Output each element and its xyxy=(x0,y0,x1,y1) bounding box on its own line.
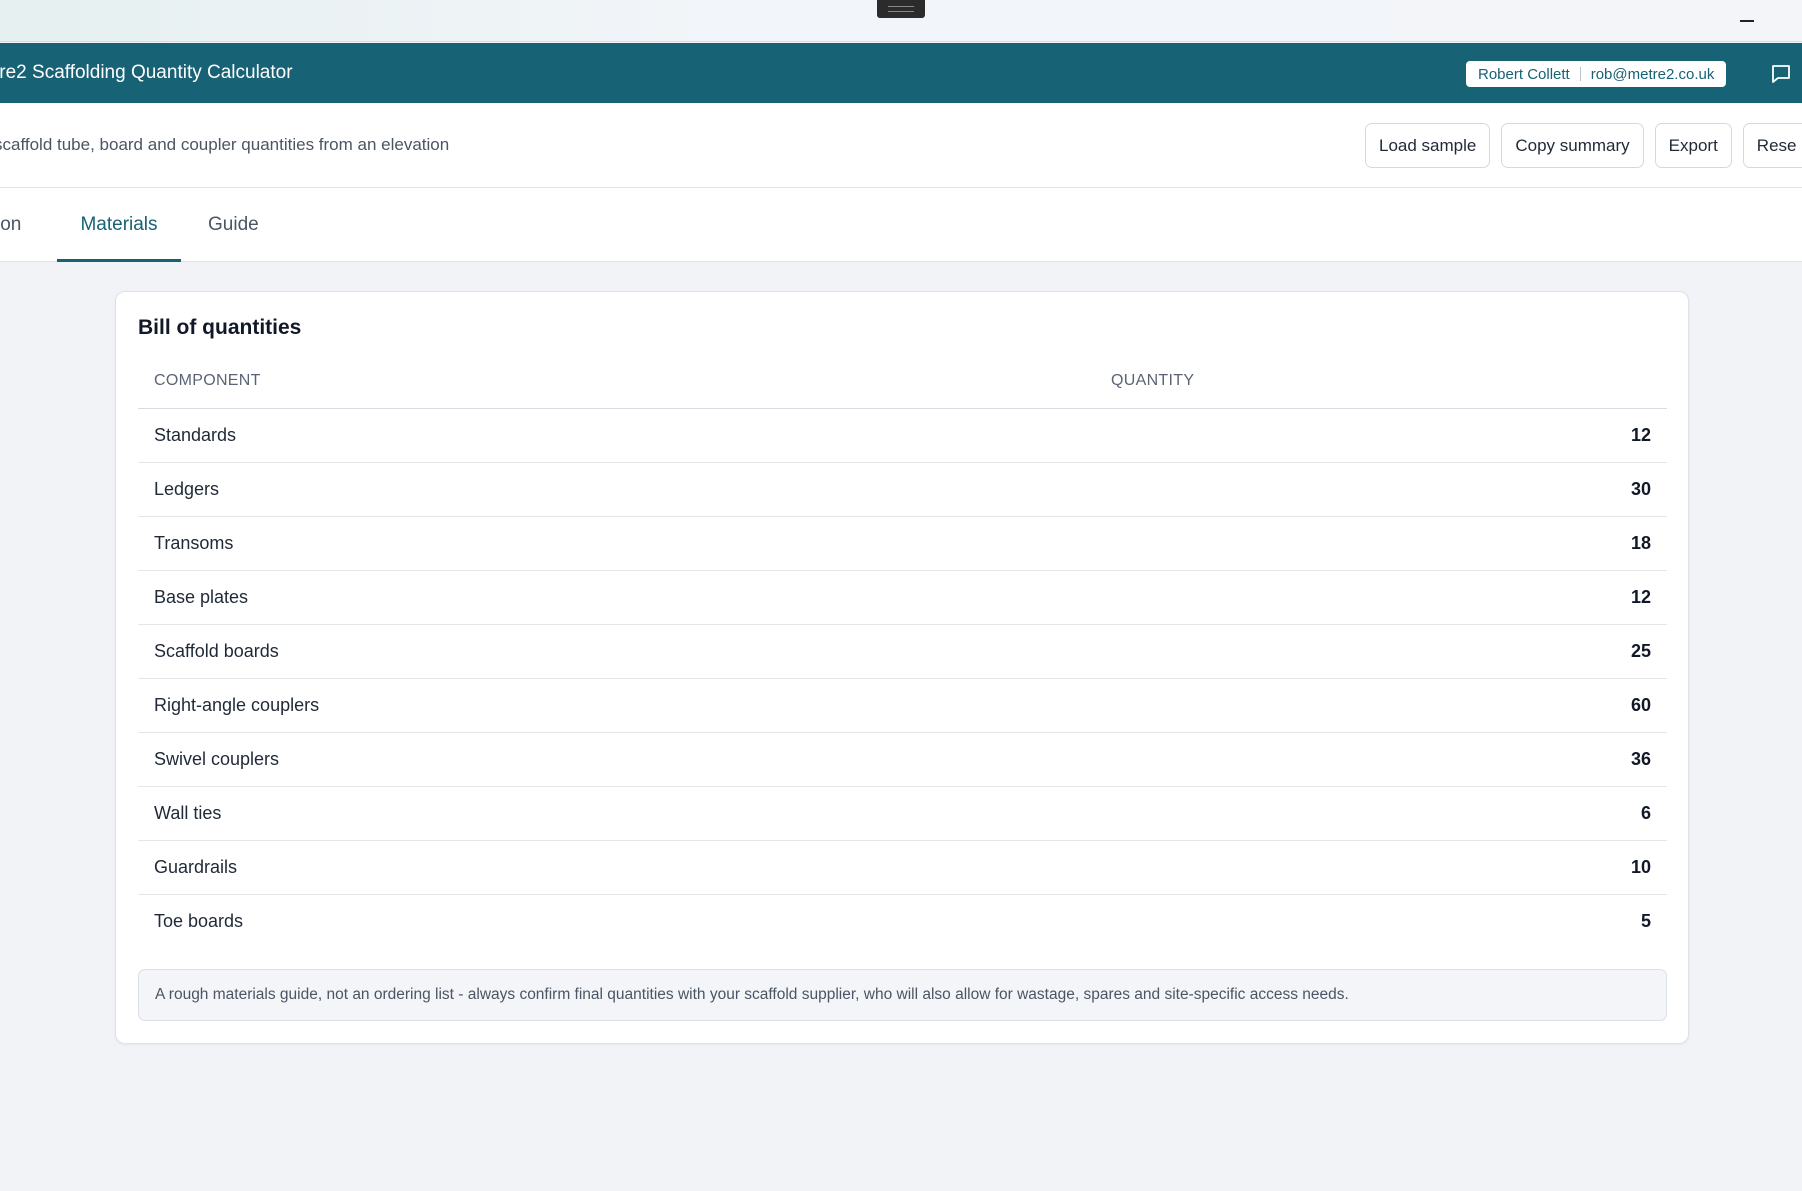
column-header-quantity: QUANTITY xyxy=(1111,355,1667,409)
user-email: rob@metre2.co.uk xyxy=(1590,65,1715,83)
component-quantity: 30 xyxy=(1111,462,1667,517)
minimize-icon[interactable] xyxy=(1736,12,1758,30)
page-subtitle: scaffold tube, board and coupler quantit… xyxy=(0,135,450,154)
table-row: Scaffold boards 25 xyxy=(138,624,1667,679)
tab-guide[interactable]: Guide xyxy=(208,188,259,261)
user-chip-divider xyxy=(1579,67,1581,81)
tab-materials[interactable]: Materials xyxy=(57,188,181,262)
table-row: Wall ties 6 xyxy=(138,786,1667,841)
component-quantity: 12 xyxy=(1111,570,1667,625)
bill-of-quantities-card: Bill of quantities COMPONENT QUANTITY St… xyxy=(115,291,1689,1044)
subheader: scaffold tube, board and coupler quantit… xyxy=(0,103,1802,188)
table-row: Standards 12 xyxy=(138,408,1667,463)
component-quantity: 5 xyxy=(1640,910,1651,931)
toolbar: Load sample Copy summary Export Rese xyxy=(1365,123,1802,168)
component-quantity: 10 xyxy=(1111,840,1667,895)
tab-bar: ion Materials Guide xyxy=(0,188,1802,262)
component-quantity: 25 xyxy=(1111,624,1667,679)
component-name: Base plates xyxy=(138,570,1111,625)
window-title-bar xyxy=(0,0,1802,42)
table-row: Swivel couplers 36 xyxy=(138,732,1667,787)
component-name: Toe boards xyxy=(154,910,244,931)
component-name: Ledgers xyxy=(138,462,1111,517)
app-header: tre2 Scaffolding Quantity Calculator Rob… xyxy=(0,43,1802,103)
component-name: Right-angle couplers xyxy=(138,678,1111,733)
component-quantity: 6 xyxy=(1111,786,1667,841)
table-header-row: COMPONENT QUANTITY xyxy=(138,355,1667,409)
component-name: Guardrails xyxy=(138,840,1111,895)
table-row: Ledgers 30 xyxy=(138,462,1667,517)
component-name: Swivel couplers xyxy=(138,732,1111,787)
table-row: Guardrails 10 xyxy=(138,840,1667,895)
user-name: Robert Collett xyxy=(1478,65,1570,83)
component-name: Wall ties xyxy=(138,786,1111,841)
component-name: Transoms xyxy=(138,516,1111,571)
chat-icon[interactable] xyxy=(1770,63,1792,85)
export-button[interactable]: Export xyxy=(1654,123,1732,168)
column-header-component: COMPONENT xyxy=(138,355,1111,409)
quantities-table: COMPONENT QUANTITY Standards 12 Ledgers … xyxy=(138,355,1667,948)
tab-elevation[interactable]: ion xyxy=(0,188,21,261)
table-row: Right-angle couplers 60 xyxy=(138,678,1667,733)
copy-summary-button[interactable]: Copy summary xyxy=(1501,123,1644,168)
component-quantity: 18 xyxy=(1111,516,1667,571)
table-row: Transoms 18 xyxy=(138,516,1667,571)
table-row: Base plates 12 xyxy=(138,570,1667,625)
component-quantity: 36 xyxy=(1111,732,1667,787)
app-title: tre2 Scaffolding Quantity Calculator xyxy=(0,62,293,83)
drag-handle-icon[interactable] xyxy=(877,0,925,18)
reset-button[interactable]: Rese xyxy=(1742,123,1802,168)
card-title: Bill of quantities xyxy=(138,316,302,339)
load-sample-button[interactable]: Load sample xyxy=(1365,123,1491,168)
component-quantity: 60 xyxy=(1111,678,1667,733)
component-quantity: 12 xyxy=(1111,408,1667,463)
component-name: Standards xyxy=(138,408,1111,463)
table-row: Toe boards 5 xyxy=(138,894,1667,948)
disclaimer-note: A rough materials guide, not an ordering… xyxy=(138,969,1667,1021)
user-chip[interactable]: Robert Collett rob@metre2.co.uk xyxy=(1466,61,1727,87)
component-name: Scaffold boards xyxy=(138,624,1111,679)
